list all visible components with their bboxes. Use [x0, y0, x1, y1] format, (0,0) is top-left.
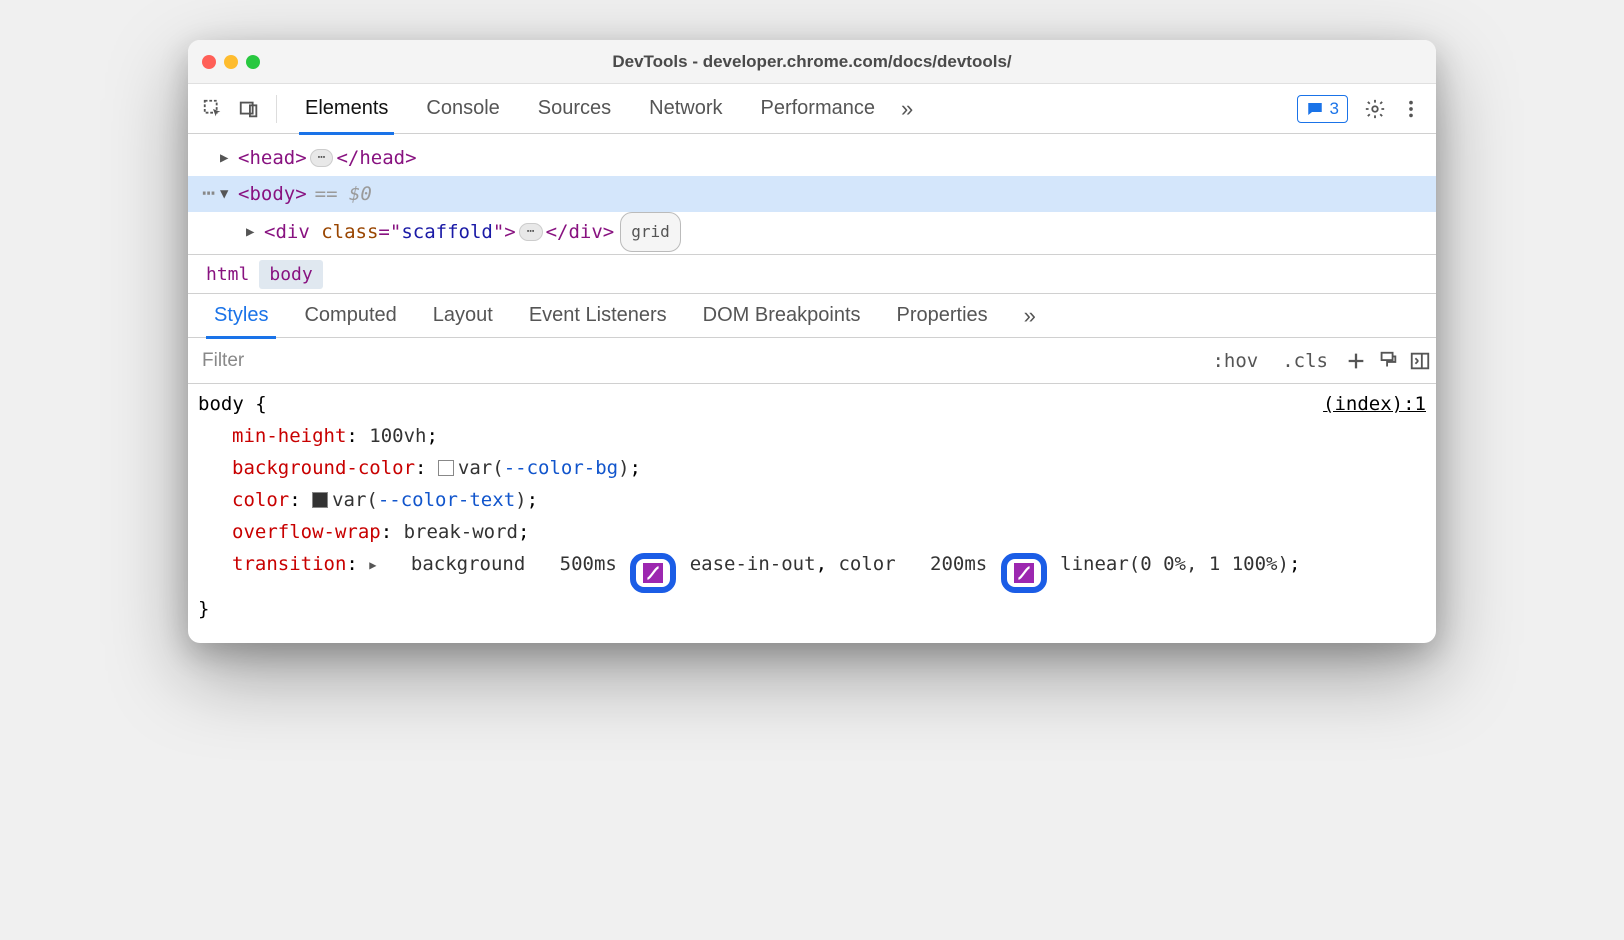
prop-value: break-word — [404, 521, 518, 543]
minimize-window-icon[interactable] — [224, 55, 238, 69]
dom-node-body[interactable]: ⋯ ▼ <body> == $0 — [188, 176, 1436, 212]
tag-close: </div> — [546, 214, 615, 250]
easing-editor-icon[interactable] — [643, 563, 663, 583]
panel-toggle-icon[interactable] — [1404, 338, 1436, 384]
maximize-window-icon[interactable] — [246, 55, 260, 69]
inspect-element-icon[interactable] — [198, 94, 228, 124]
value-part: color — [838, 553, 895, 575]
filter-input[interactable] — [196, 338, 1200, 383]
ellipsis-icon[interactable]: ⋯ — [310, 149, 334, 167]
css-prop-color[interactable]: color: var(--color-text); — [198, 484, 1426, 516]
rule-close: } — [198, 593, 1426, 625]
css-prop-background-color[interactable]: background-color: var(--color-bg); — [198, 452, 1426, 484]
css-prop-min-height[interactable]: min-height: 100vh; — [198, 420, 1426, 452]
issues-badge[interactable]: 3 — [1297, 95, 1348, 123]
expand-icon[interactable]: ▶ — [369, 558, 376, 572]
css-prop-transition[interactable]: transition: ▶ background 500ms ease-in-o… — [198, 548, 1426, 593]
window-title: DevTools - developer.chrome.com/docs/dev… — [188, 52, 1436, 72]
tag-mid: > — [504, 214, 515, 250]
tag-open: <body> — [238, 176, 307, 212]
color-swatch-icon[interactable] — [438, 460, 454, 476]
dom-node-div[interactable]: ▶ <div class =" scaffold " > ⋯ </div> gr… — [188, 212, 1436, 252]
cls-toggle[interactable]: .cls — [1270, 338, 1340, 384]
selector[interactable]: body { — [198, 388, 267, 420]
crumb-html[interactable]: html — [196, 260, 259, 289]
subtab-event-listeners[interactable]: Event Listeners — [511, 294, 685, 338]
tag-open: <div — [264, 214, 310, 250]
easing-editor-highlight — [1001, 553, 1047, 593]
attr-name: class — [321, 214, 378, 250]
devtools-window: DevTools - developer.chrome.com/docs/dev… — [188, 40, 1436, 643]
subtab-properties[interactable]: Properties — [879, 294, 1006, 338]
tab-network[interactable]: Network — [633, 84, 738, 134]
value-part: 500ms — [560, 553, 617, 575]
prop-value: 100vh — [369, 425, 426, 447]
chat-icon — [1306, 100, 1324, 118]
crumb-body[interactable]: body — [259, 260, 322, 289]
styles-subtabs: Styles Computed Layout Event Listeners D… — [188, 294, 1436, 338]
ellipsis-icon[interactable]: ⋯ — [519, 223, 543, 241]
easing-editor-highlight — [630, 553, 676, 593]
tab-performance[interactable]: Performance — [745, 84, 892, 134]
attr-value: scaffold — [401, 214, 493, 250]
new-style-rule-icon[interactable] — [1340, 338, 1372, 384]
more-subtabs-icon[interactable]: » — [1006, 294, 1054, 338]
css-prop-overflow-wrap[interactable]: overflow-wrap: break-word; — [198, 516, 1426, 548]
tab-sources[interactable]: Sources — [522, 84, 627, 134]
value-part: background — [411, 553, 525, 575]
rule-header: body { (index):1 — [198, 388, 1426, 420]
breadcrumb: html body — [188, 254, 1436, 294]
subtab-layout[interactable]: Layout — [415, 294, 511, 338]
grid-badge[interactable]: grid — [620, 212, 681, 252]
expand-icon[interactable]: ▶ — [220, 140, 238, 176]
tab-elements[interactable]: Elements — [289, 84, 404, 134]
main-toolbar: Elements Console Sources Network Perform… — [188, 84, 1436, 134]
traffic-lights — [202, 55, 260, 69]
dom-tree: ▶ <head> ⋯ </head> ⋯ ▼ <body> == $0 ▶ <d… — [188, 134, 1436, 254]
css-var[interactable]: --color-bg — [504, 457, 618, 479]
value-part: linear(0 0%, 1 100%) — [1060, 553, 1289, 575]
close-window-icon[interactable] — [202, 55, 216, 69]
tab-console[interactable]: Console — [410, 84, 515, 134]
selection-dots: ⋯ — [202, 176, 218, 212]
prop-name: overflow-wrap — [232, 521, 381, 543]
separator — [276, 95, 277, 123]
prop-name: min-height — [232, 425, 346, 447]
prop-name: transition — [232, 553, 346, 575]
source-link[interactable]: (index):1 — [1323, 388, 1426, 420]
tag-close: </head> — [336, 140, 416, 176]
collapse-icon[interactable]: ▼ — [220, 176, 238, 212]
css-var[interactable]: --color-text — [378, 489, 515, 511]
prop-name: background-color — [232, 457, 415, 479]
tag-open: <head> — [238, 140, 307, 176]
easing-editor-icon[interactable] — [1014, 563, 1034, 583]
dom-node-head[interactable]: ▶ <head> ⋯ </head> — [188, 140, 1436, 176]
hov-toggle[interactable]: :hov — [1200, 338, 1270, 384]
filter-bar: :hov .cls — [188, 338, 1436, 384]
device-toolbar-icon[interactable] — [234, 94, 264, 124]
settings-icon[interactable] — [1360, 94, 1390, 124]
console-ref: == $0 — [315, 176, 372, 212]
titlebar: DevTools - developer.chrome.com/docs/dev… — [188, 40, 1436, 84]
subtab-styles[interactable]: Styles — [196, 294, 286, 338]
more-tabs-icon[interactable]: » — [897, 94, 917, 124]
paint-icon[interactable] — [1372, 338, 1404, 384]
subtab-dom-breakpoints[interactable]: DOM Breakpoints — [685, 294, 879, 338]
prop-name: color — [232, 489, 289, 511]
issues-count: 3 — [1330, 99, 1339, 119]
value-part: ease-in-out — [690, 553, 816, 575]
value-part: 200ms — [930, 553, 987, 575]
kebab-menu-icon[interactable] — [1396, 94, 1426, 124]
css-rules-pane: body { (index):1 min-height: 100vh; back… — [188, 384, 1436, 643]
subtab-computed[interactable]: Computed — [286, 294, 414, 338]
expand-icon[interactable]: ▶ — [246, 214, 264, 250]
color-swatch-icon[interactable] — [312, 492, 328, 508]
